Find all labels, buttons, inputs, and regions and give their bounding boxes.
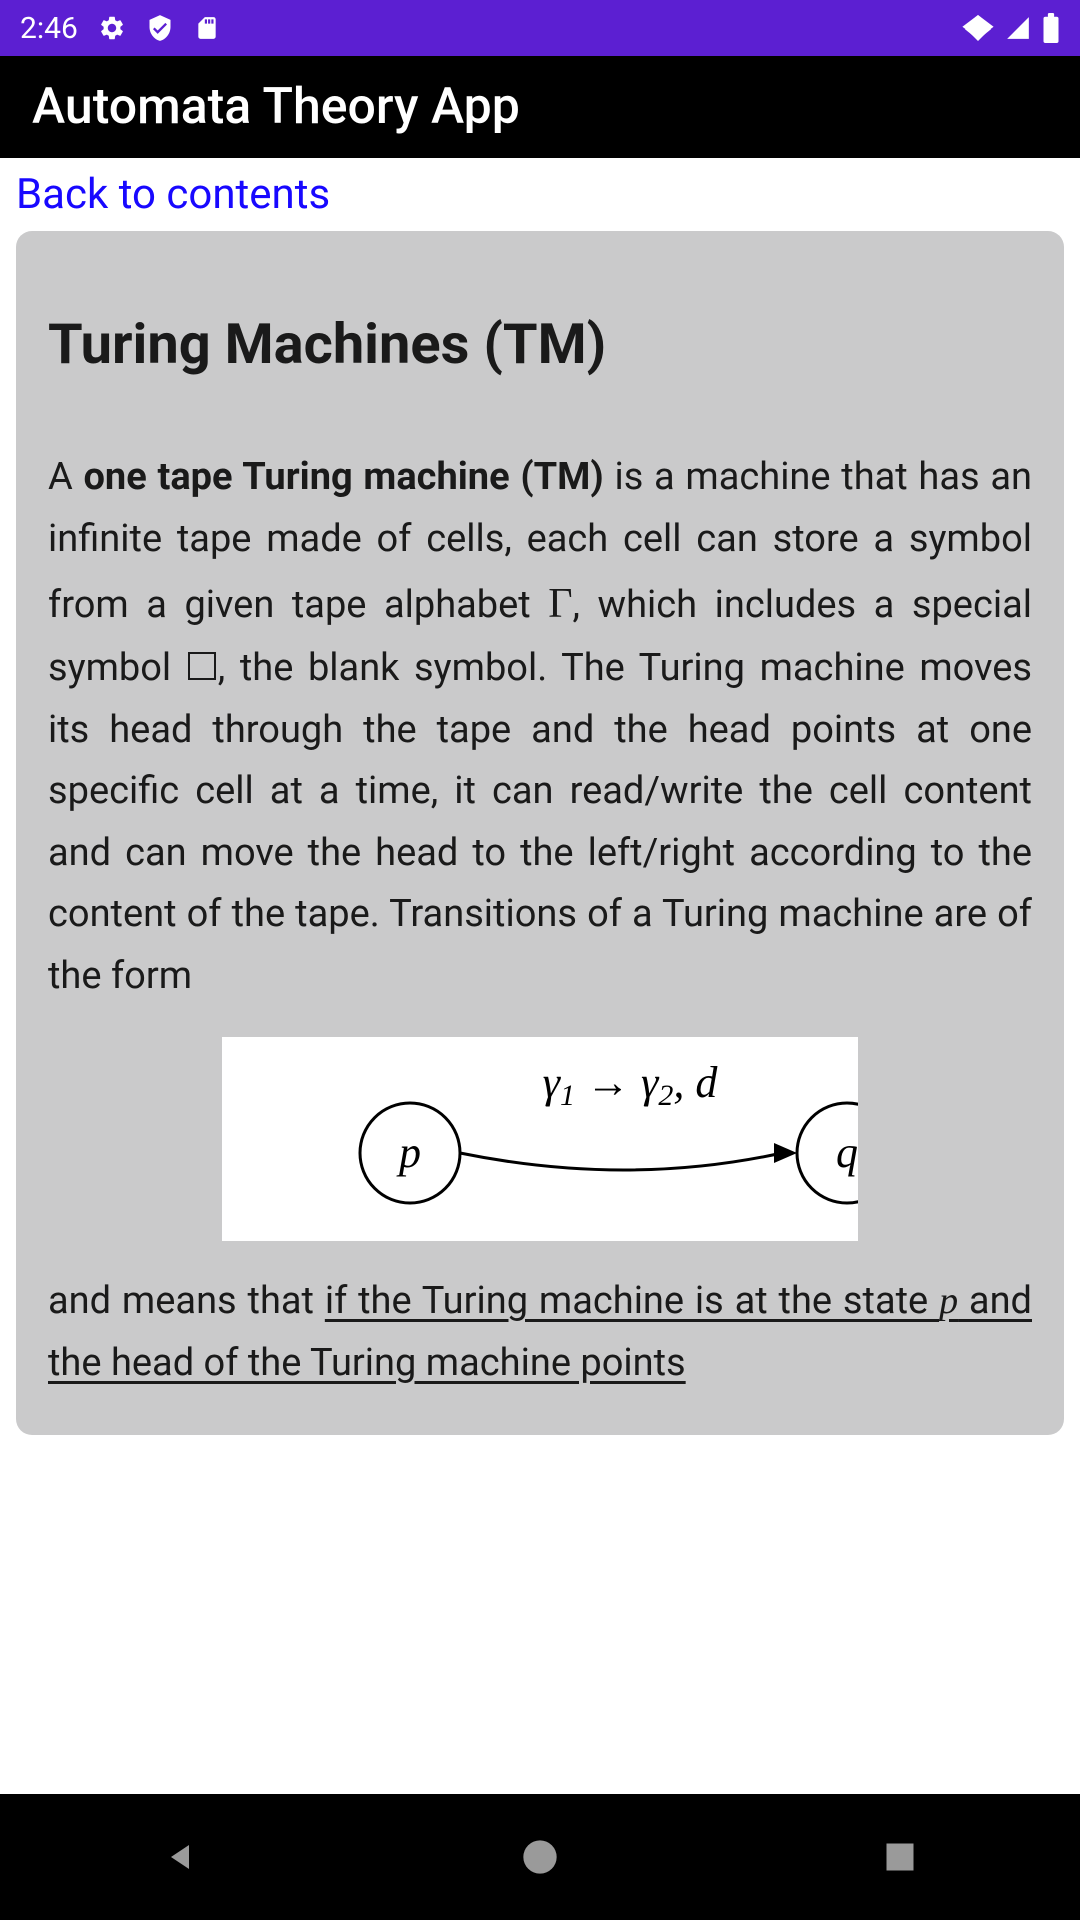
status-time: 2:46: [20, 11, 78, 46]
blank-symbol-icon: [188, 652, 216, 680]
state-p-inline: p: [939, 1280, 958, 1322]
shield-icon: [146, 14, 174, 42]
text-segment: A: [48, 455, 83, 499]
transition-diagram: p q γ1 → γ2, d: [222, 1037, 858, 1241]
article-paragraph-2: and means that if the Turing machine is …: [48, 1271, 1032, 1394]
diagram-svg: p q γ1 → γ2, d: [222, 1037, 858, 1241]
article-paragraph-1: A one tape Turing machine (TM) is a mach…: [48, 447, 1032, 1007]
sd-icon: [194, 15, 220, 41]
back-link[interactable]: Back to contents: [16, 166, 1064, 231]
home-circle-icon: [520, 1837, 560, 1877]
gamma-symbol: Γ: [548, 581, 572, 627]
navigation-bar: [0, 1794, 1080, 1920]
state-p-label: p: [396, 1128, 421, 1177]
nav-home-button[interactable]: [510, 1827, 570, 1887]
back-triangle-icon: [162, 1837, 198, 1877]
article-title: Turing Machines (TM): [48, 311, 1032, 377]
text-underline: if the Turing machine is at the state: [325, 1279, 939, 1323]
app-title: Automata Theory App: [32, 78, 520, 136]
status-bar: 2:46: [0, 0, 1080, 56]
app-header: Automata Theory App: [0, 56, 1080, 158]
transition-label: γ1 → γ2, d: [543, 1058, 719, 1112]
article-card: Turing Machines (TM) A one tape Turing m…: [16, 231, 1064, 1435]
battery-icon: [1042, 13, 1060, 43]
signal-icon: [1004, 15, 1032, 41]
transition-arrow-path: [460, 1153, 782, 1170]
status-right: [962, 13, 1060, 43]
gear-icon: [98, 14, 126, 42]
nav-recent-button[interactable]: [870, 1827, 930, 1887]
status-left: 2:46: [20, 11, 220, 46]
text-segment: and means that: [48, 1279, 325, 1323]
content-area: Back to contents Turing Machines (TM) A …: [0, 158, 1080, 1435]
recent-square-icon: [882, 1839, 918, 1875]
wifi-icon: [962, 15, 994, 41]
nav-back-button[interactable]: [150, 1827, 210, 1887]
state-q-label: q: [836, 1128, 858, 1177]
text-segment: , the blank symbol. The Turing machine m…: [48, 646, 1032, 998]
arrow-head-icon: [774, 1143, 797, 1163]
text-bold: one tape Turing machine (TM): [83, 455, 603, 499]
